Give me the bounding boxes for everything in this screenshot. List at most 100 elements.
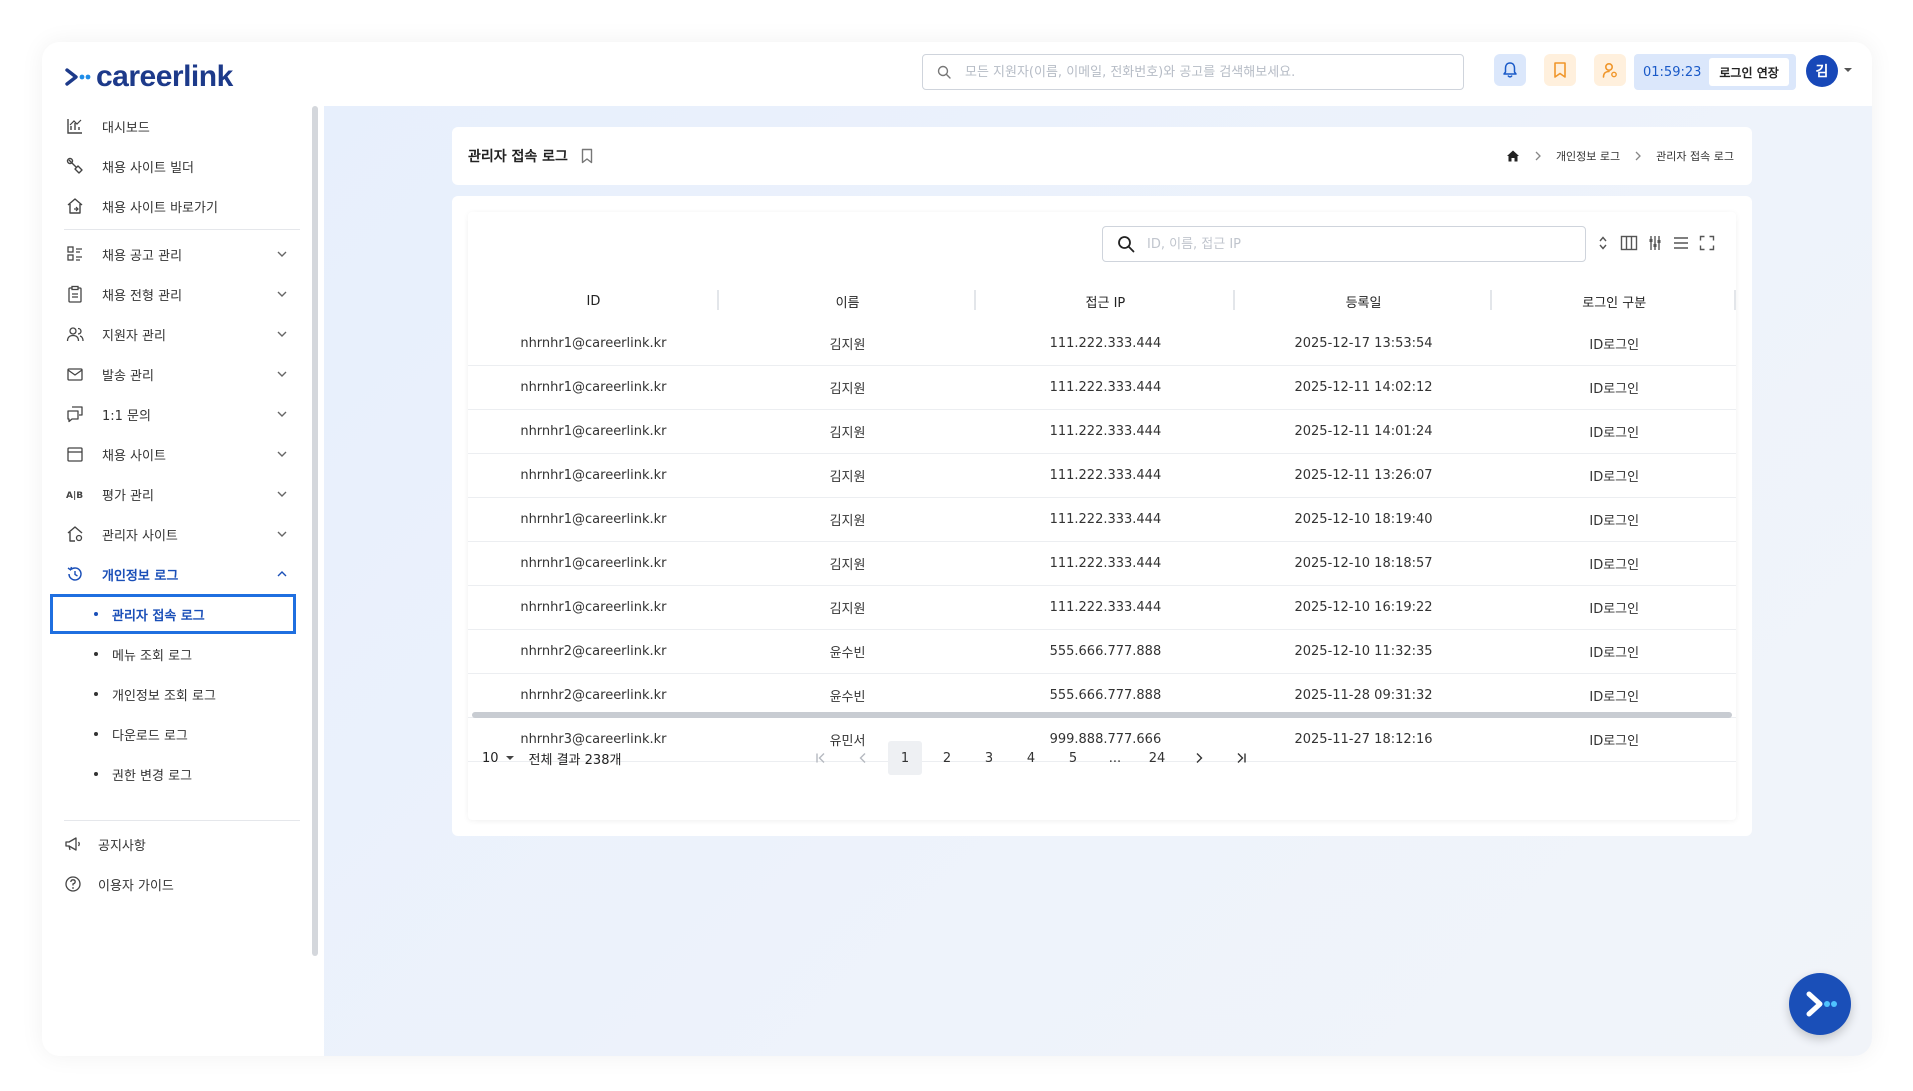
- page-button-2[interactable]: 2: [930, 741, 964, 775]
- next-page-button[interactable]: [1182, 741, 1216, 775]
- chat-launcher-button[interactable]: [1789, 973, 1851, 1035]
- table-row[interactable]: nhrnhr1@careerlink.kr 김지원 111.222.333.444 2…: [468, 409, 1736, 454]
- cell-id: nhrnhr1@careerlink.kr: [468, 497, 719, 542]
- page-button-last-number[interactable]: 24: [1140, 741, 1174, 775]
- tool-icon: [66, 157, 83, 174]
- prev-page-button[interactable]: [846, 741, 880, 775]
- page-ellipsis: ...: [1108, 750, 1122, 766]
- column-header-name[interactable]: 이름: [718, 280, 977, 322]
- cell-name: 김지원: [718, 453, 977, 498]
- sidebar-item-process[interactable]: 채용 전형 관리: [62, 274, 292, 314]
- sidebar-item-label: 채용 사이트 빌더: [102, 160, 194, 176]
- sidebar-scrollbar[interactable]: [312, 106, 318, 956]
- global-search-input[interactable]: [963, 63, 1463, 81]
- sidebar-notice[interactable]: 공지사항: [62, 824, 146, 864]
- sidebar-subitem-permission-log[interactable]: 권한 변경 로그: [50, 754, 296, 794]
- sidebar-subitem-privacy-view-log[interactable]: 개인정보 조회 로그: [50, 674, 296, 714]
- page-header: 관리자 접속 로그 개인정보 로그 관리자 접속 로그: [452, 127, 1752, 185]
- home-link-icon: [67, 198, 83, 214]
- sidebar-item-label: 발송 관리: [102, 368, 154, 384]
- sidebar-subitem-label: 권한 변경 로그: [112, 768, 193, 784]
- page-button-3[interactable]: 3: [972, 741, 1006, 775]
- pagination: 1 2 3 4 5 ... 24: [804, 740, 1258, 776]
- cell-date: 2025-11-27 18:12:16: [1234, 717, 1493, 762]
- chevron-down-icon: [277, 371, 287, 377]
- bookmark-icon[interactable]: [580, 148, 594, 164]
- first-page-button[interactable]: [804, 741, 838, 775]
- pagination-info: 10 전체 결과 238개: [482, 740, 621, 776]
- table-row[interactable]: nhrnhr1@careerlink.kr 김지원 111.222.333.444 2…: [468, 322, 1736, 366]
- notification-button[interactable]: [1494, 54, 1526, 86]
- sort-icon[interactable]: [1594, 234, 1612, 252]
- sidebar-item-sending[interactable]: 발송 관리: [62, 354, 292, 394]
- sidebar-subitem-label: 다운로드 로그: [112, 728, 188, 744]
- table-row[interactable]: nhrnhr1@careerlink.kr 김지원 111.222.333.444 2…: [468, 585, 1736, 630]
- filter-sliders-icon[interactable]: [1646, 234, 1664, 252]
- columns-icon[interactable]: [1620, 234, 1638, 252]
- sidebar-item-site-shortcut[interactable]: 채용 사이트 바로가기: [62, 186, 292, 226]
- breadcrumb-item[interactable]: 개인정보 로그: [1556, 148, 1620, 164]
- density-icon[interactable]: [1672, 234, 1690, 252]
- sidebar-item-dashboard[interactable]: 대시보드: [62, 106, 292, 146]
- bookmark-icon: [1554, 62, 1566, 78]
- global-search[interactable]: [922, 54, 1464, 90]
- sidebar-item-label: 관리자 사이트: [102, 528, 178, 544]
- sidebar-item-career-site[interactable]: 채용 사이트: [62, 434, 292, 474]
- table-row[interactable]: nhrnhr2@careerlink.kr 윤수빈 555.666.777.888 2…: [468, 629, 1736, 674]
- horizontal-scrollbar[interactable]: [472, 712, 1732, 718]
- table-search[interactable]: [1102, 226, 1586, 262]
- profile-settings-button[interactable]: [1594, 54, 1626, 86]
- ab-icon: A|B: [66, 491, 83, 501]
- total-results: 전체 결과 238개: [528, 752, 622, 768]
- chevron-down-icon: [277, 411, 287, 417]
- sidebar-item-site-builder[interactable]: 채용 사이트 빌더: [62, 146, 292, 186]
- sidebar-item-inquiry[interactable]: 1:1 문의: [62, 394, 292, 434]
- table-row[interactable]: nhrnhr1@careerlink.kr 김지원 111.222.333.444 2…: [468, 541, 1736, 586]
- table-row[interactable]: nhrnhr1@careerlink.kr 김지원 111.222.333.444 2…: [468, 365, 1736, 410]
- page-button-4[interactable]: 4: [1014, 741, 1048, 775]
- column-header-id[interactable]: ID: [468, 280, 719, 322]
- last-page-button[interactable]: [1224, 741, 1258, 775]
- table-row[interactable]: nhrnhr2@careerlink.kr 윤수빈 555.666.777.888 2…: [468, 673, 1736, 718]
- help-icon: [65, 876, 81, 892]
- sidebar-user-guide[interactable]: 이용자 가이드: [62, 864, 174, 904]
- logo-mark-icon: [1806, 991, 1837, 1017]
- sidebar-subitem-download-log[interactable]: 다운로드 로그: [50, 714, 296, 754]
- bookmark-button[interactable]: [1544, 54, 1576, 86]
- cell-name: 김지원: [718, 409, 977, 454]
- sidebar-item-admin-site[interactable]: 관리자 사이트: [62, 514, 292, 554]
- column-header-date[interactable]: 등록일: [1234, 280, 1493, 322]
- page-button-5[interactable]: 5: [1056, 741, 1090, 775]
- sidebar-subitem-label: 메뉴 조회 로그: [112, 648, 193, 664]
- cell-date: 2025-12-10 11:32:35: [1234, 629, 1493, 674]
- breadcrumb-item: 관리자 접속 로그: [1656, 150, 1734, 163]
- chat-icon: [67, 406, 83, 423]
- page-size-select[interactable]: 10: [482, 751, 515, 766]
- extend-login-button[interactable]: 로그인 연장: [1709, 58, 1789, 86]
- sidebar-subitem-menu-view-log[interactable]: 메뉴 조회 로그: [50, 634, 296, 674]
- caret-down-icon[interactable]: [1843, 66, 1853, 74]
- column-header-ip[interactable]: 접근 IP: [976, 280, 1235, 322]
- sidebar-item-privacy-log[interactable]: 개인정보 로그: [62, 554, 292, 594]
- logo[interactable]: careerlink: [64, 60, 233, 94]
- column-header-login-type[interactable]: 로그인 구분: [1492, 280, 1736, 322]
- cell-name: 김지원: [718, 585, 977, 630]
- table-search-input[interactable]: [1145, 235, 1585, 253]
- table-row[interactable]: nhrnhr1@careerlink.kr 김지원 111.222.333.444 2…: [468, 453, 1736, 498]
- page-button-1[interactable]: 1: [888, 741, 922, 775]
- app-window: careerlink 모든 지원자(이름, 이메일, 전화번호)와 공고를 검색…: [42, 42, 1872, 1056]
- sidebar-subitem-admin-access-log[interactable]: 관리자 접속 로그: [50, 594, 296, 634]
- sidebar-subitem-label: 개인정보 조회 로그: [112, 688, 216, 704]
- home-icon[interactable]: [1506, 149, 1520, 163]
- sidebar-item-evaluation[interactable]: A|B 평가 관리: [62, 474, 292, 514]
- cell-name: 윤수빈: [718, 673, 977, 718]
- table-row[interactable]: nhrnhr1@careerlink.kr 김지원 111.222.333.444 2…: [468, 497, 1736, 542]
- calendar-icon: [67, 447, 83, 462]
- sidebar-divider: [64, 820, 300, 821]
- sidebar-item-label: 채용 사이트 바로가기: [102, 200, 218, 216]
- sidebar-item-applicants[interactable]: 지원자 관리: [62, 314, 292, 354]
- sidebar-item-job-posts[interactable]: 채용 공고 관리: [62, 234, 292, 274]
- avatar[interactable]: 김: [1806, 55, 1838, 87]
- sidebar-item-label: 대시보드: [102, 120, 150, 136]
- fullscreen-icon[interactable]: [1698, 234, 1716, 252]
